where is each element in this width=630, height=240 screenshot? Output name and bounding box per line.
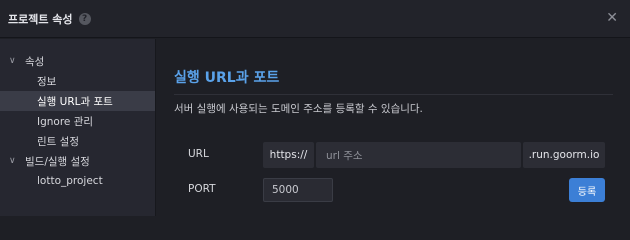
sidebar-item-info[interactable]: 정보 xyxy=(0,71,155,91)
sidebar-item-label: 실행 URL과 포트 xyxy=(37,95,113,108)
chevron-down-icon: ∨ xyxy=(9,56,16,66)
section-description: 서버 실행에 사용되는 도메인 주소를 등록할 수 있습니다. xyxy=(174,103,423,115)
sidebar-item-label: 정보 xyxy=(37,75,57,88)
port-input[interactable]: 5000 xyxy=(263,178,333,202)
url-input[interactable]: url 주소 xyxy=(316,142,521,168)
sidebar-group-properties[interactable]: ∨ 속성 xyxy=(0,51,155,71)
settings-panel: 실행 URL과 포트 서버 실행에 사용되는 도메인 주소를 등록할 수 있습니… xyxy=(157,39,630,216)
url-label: URL xyxy=(188,148,209,160)
section-title: 실행 URL과 포트 xyxy=(174,70,280,86)
sidebar-item-label: 린트 설정 xyxy=(37,135,79,148)
sidebar-group-build-run[interactable]: ∨ 빌드/실행 설정 xyxy=(0,151,155,171)
sidebar-group-label: 속성 xyxy=(25,55,45,68)
settings-sidebar: ∨ 속성 정보 실행 URL과 포트 Ignore 관리 린트 설정 ∨ 빌드/… xyxy=(0,39,156,216)
settings-tree: ∨ 속성 정보 실행 URL과 포트 Ignore 관리 린트 설정 ∨ 빌드/… xyxy=(0,39,155,191)
chevron-down-icon: ∨ xyxy=(9,156,16,166)
sidebar-group-label: 빌드/실행 설정 xyxy=(25,155,90,168)
register-button[interactable]: 등록 xyxy=(569,178,605,202)
sidebar-item-label: lotto_project xyxy=(37,175,103,187)
sidebar-item-lotto-project[interactable]: lotto_project xyxy=(0,171,155,191)
sidebar-item-label: Ignore 관리 xyxy=(37,115,94,128)
url-domain-suffix: .run.goorm.io xyxy=(523,142,605,168)
url-protocol-prefix: https:// xyxy=(263,142,314,168)
sidebar-item-run-url-port[interactable]: 실행 URL과 포트 xyxy=(0,91,155,111)
dialog-title: 프로젝트 속성 xyxy=(8,12,73,26)
help-icon[interactable]: ? xyxy=(78,12,91,25)
sidebar-item-lint[interactable]: 린트 설정 xyxy=(0,131,155,151)
port-label: PORT xyxy=(188,183,216,195)
dialog-titlebar: 프로젝트 속성 ? ✕ xyxy=(0,0,630,38)
section-divider xyxy=(174,94,613,95)
sidebar-item-ignore[interactable]: Ignore 관리 xyxy=(0,111,155,131)
close-icon[interactable]: ✕ xyxy=(606,10,618,26)
